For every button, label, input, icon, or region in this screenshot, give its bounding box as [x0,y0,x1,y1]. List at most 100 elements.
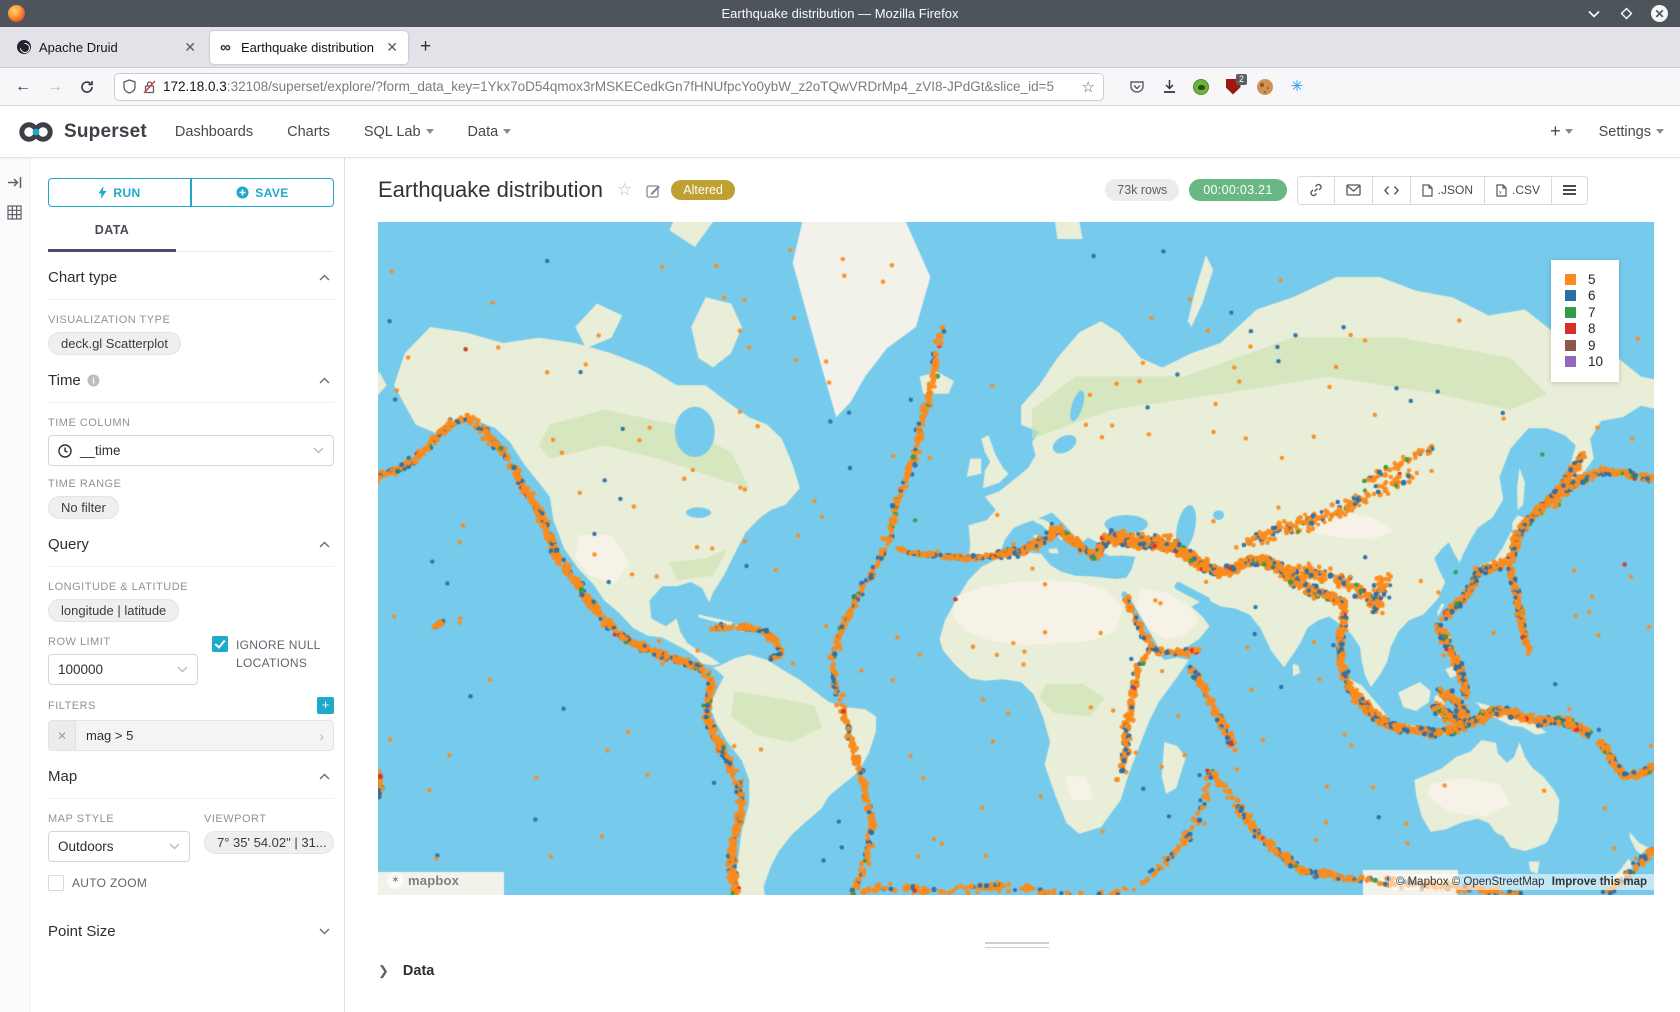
superset-favicon: ∞ [218,40,233,55]
tab-earthquake-distribution[interactable]: ∞ Earthquake distribution ✕ [210,31,408,64]
downloads-icon[interactable] [1160,78,1178,96]
map-attribution: © Mapbox © OpenStreetMap Improve this ma… [1389,874,1654,890]
section-time[interactable]: Time i [48,355,334,402]
tab-bar: Apache Druid ✕ ∞ Earthquake distribution… [0,27,1680,68]
extension-asterisk-icon[interactable]: ✳ [1288,78,1306,96]
section-map[interactable]: Map [48,751,334,798]
ignore-null-label: IGNORE NULL LOCATIONS [236,636,334,672]
add-new-button[interactable]: + [1550,121,1573,142]
panel-resize-grip[interactable] [985,942,1049,948]
bolt-icon [98,186,107,199]
tab-data[interactable]: DATA [48,223,176,252]
back-icon[interactable]: ← [10,74,36,100]
url-bar[interactable]: 172.18.0.3 :32108/superset/explore/?form… [114,73,1104,101]
visualization-type-value[interactable]: deck.gl Scatterplot [48,332,181,355]
row-limit-select[interactable]: 100000 [48,654,198,685]
datasource-grid-icon[interactable] [7,205,22,220]
chevron-up-icon [319,377,330,384]
add-filter-button[interactable]: + [317,697,334,714]
legend-item[interactable]: 9 [1565,337,1603,354]
data-panel-toggle[interactable]: ❯ Data [378,957,1655,985]
email-button[interactable] [1334,177,1372,204]
clock-icon [58,444,72,458]
chevron-down-icon [177,666,188,673]
window-close-icon[interactable]: ✕ [1651,5,1668,22]
edit-properties-icon[interactable] [646,183,661,198]
nav-dashboards[interactable]: Dashboards [175,124,253,140]
brand-name: Superset [64,121,147,143]
window-titlebar: Earthquake distribution — Mozilla Firefo… [0,0,1680,27]
legend-swatch [1565,290,1576,301]
info-icon: i [87,374,100,387]
legend-item[interactable]: 8 [1565,321,1603,338]
export-csv-button[interactable]: x .CSV [1484,177,1551,204]
code-icon [1384,185,1399,196]
forward-icon[interactable]: → [42,74,68,100]
nav-charts[interactable]: Charts [287,124,330,140]
run-button[interactable]: RUN [48,178,191,207]
export-json-button[interactable]: .JSON [1410,177,1484,204]
tab-close-icon[interactable]: ✕ [182,39,198,56]
time-range-value[interactable]: No filter [48,496,119,519]
pocket-icon[interactable] [1128,78,1146,96]
legend-item[interactable]: 5 [1565,271,1603,288]
altered-badge[interactable]: Altered [671,180,735,200]
legend-swatch [1565,307,1576,318]
tab-close-icon[interactable]: ✕ [384,39,400,56]
checkbox-empty-icon[interactable] [48,875,64,891]
mapbox-logo[interactable]: ✶ mapbox [387,872,459,889]
nav-sql-lab[interactable]: SQL Lab [364,124,434,140]
superset-navbar: Superset Dashboards Charts SQL Lab Data … [0,106,1680,158]
checkbox-checked-icon[interactable] [212,636,228,652]
deckgl-scatter-map[interactable]: 5678910 ✶ mapbox © Mapbox © OpenStreetMa… [378,222,1654,895]
map-style-select[interactable]: Outdoors [48,831,190,862]
menu-icon[interactable] [1320,78,1336,96]
map-canvas[interactable] [378,222,1654,895]
chevron-up-icon [319,274,330,281]
new-tab-button[interactable]: + [420,36,431,58]
query-timer-badge: 00:00:03.21 [1189,179,1286,201]
share-link-button[interactable] [1298,177,1334,204]
embed-code-button[interactable] [1372,177,1410,204]
longitude-latitude-value[interactable]: longitude | latitude [48,599,179,622]
section-chart-type[interactable]: Chart type [48,252,334,299]
legend-item[interactable]: 6 [1565,288,1603,305]
window-maximize-icon[interactable] [1619,7,1633,21]
favorite-star-icon[interactable]: ☆ [617,180,632,200]
chevron-right-icon: › [319,728,333,744]
viewport-value[interactable]: 7° 35' 54.02" | 31... [204,831,334,854]
superset-logo[interactable]: Superset [16,120,147,144]
chevron-down-icon [313,447,324,454]
legend-item[interactable]: 7 [1565,304,1603,321]
time-column-select[interactable]: __time [48,435,334,466]
shield-icon [123,79,136,94]
settings-menu[interactable]: Settings [1599,124,1664,140]
time-column-label: TIME COLUMN [48,417,334,429]
privacy-badger-icon[interactable] [1192,78,1210,96]
cookie-extension-icon[interactable] [1256,78,1274,96]
filter-expression: mag > 5 [76,728,319,743]
nav-data[interactable]: Data [468,124,512,140]
chart-menu-button[interactable] [1551,177,1587,204]
plus-circle-icon [236,186,249,199]
viewport-label: VIEWPORT [204,813,334,825]
filter-item[interactable]: ✕ mag > 5 › [48,720,334,751]
chevron-right-icon: ❯ [378,963,389,979]
auto-zoom-checkbox-row[interactable]: AUTO ZOOM [48,874,190,892]
bookmark-star-icon[interactable]: ☆ [1082,78,1095,96]
ignore-null-checkbox-row[interactable]: IGNORE NULL LOCATIONS [212,636,334,672]
chevron-down-icon [1656,129,1664,134]
ublock-icon[interactable]: 2 [1224,78,1242,96]
remove-filter-icon[interactable]: ✕ [49,721,76,750]
improve-map-link[interactable]: Improve this map [1552,876,1647,888]
link-icon [1309,183,1323,197]
section-query[interactable]: Query [48,519,334,566]
tab-apache-druid[interactable]: Apache Druid ✕ [8,31,206,64]
window-title: Earthquake distribution — Mozilla Firefo… [0,6,1680,21]
expand-dataset-panel-icon[interactable] [7,176,22,189]
window-minimize-icon[interactable] [1587,7,1601,21]
legend-item[interactable]: 10 [1565,354,1603,371]
reload-icon[interactable] [74,74,100,100]
section-point-size[interactable]: Point Size [48,906,334,953]
save-button[interactable]: SAVE [191,178,334,207]
